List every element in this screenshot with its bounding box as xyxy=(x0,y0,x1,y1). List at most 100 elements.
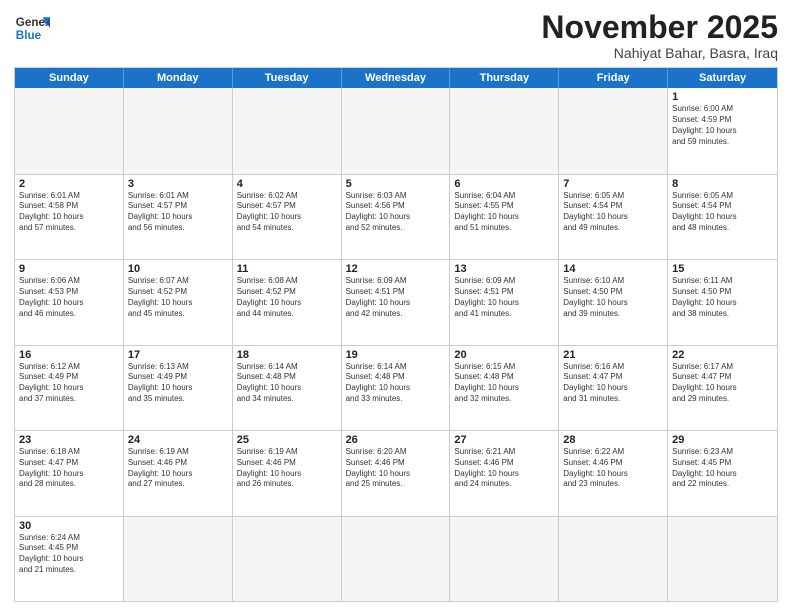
day-number: 23 xyxy=(19,434,119,446)
day-info: Sunrise: 6:22 AM Sunset: 4:46 PM Dayligh… xyxy=(563,447,663,490)
day-number: 1 xyxy=(672,91,773,103)
month-title: November 2025 xyxy=(541,10,778,45)
calendar-week-4: 16Sunrise: 6:12 AM Sunset: 4:49 PM Dayli… xyxy=(15,345,777,430)
day-info: Sunrise: 6:05 AM Sunset: 4:54 PM Dayligh… xyxy=(672,191,773,234)
calendar-body: 1Sunrise: 6:00 AM Sunset: 4:59 PM Daylig… xyxy=(15,88,777,601)
calendar-cell xyxy=(233,88,342,173)
day-info: Sunrise: 6:24 AM Sunset: 4:45 PM Dayligh… xyxy=(19,533,119,576)
calendar-cell: 25Sunrise: 6:19 AM Sunset: 4:46 PM Dayli… xyxy=(233,431,342,515)
day-number: 14 xyxy=(563,263,663,275)
day-number: 12 xyxy=(346,263,446,275)
header: General Blue November 2025 Nahiyat Bahar… xyxy=(14,10,778,61)
weekday-header-friday: Friday xyxy=(559,68,668,88)
calendar-cell: 20Sunrise: 6:15 AM Sunset: 4:48 PM Dayli… xyxy=(450,346,559,430)
calendar-cell: 3Sunrise: 6:01 AM Sunset: 4:57 PM Daylig… xyxy=(124,175,233,259)
calendar-week-1: 1Sunrise: 6:00 AM Sunset: 4:59 PM Daylig… xyxy=(15,88,777,173)
calendar-cell: 2Sunrise: 6:01 AM Sunset: 4:58 PM Daylig… xyxy=(15,175,124,259)
day-info: Sunrise: 6:09 AM Sunset: 4:51 PM Dayligh… xyxy=(454,276,554,319)
calendar-cell: 26Sunrise: 6:20 AM Sunset: 4:46 PM Dayli… xyxy=(342,431,451,515)
weekday-header-tuesday: Tuesday xyxy=(233,68,342,88)
day-number: 2 xyxy=(19,178,119,190)
calendar-cell: 29Sunrise: 6:23 AM Sunset: 4:45 PM Dayli… xyxy=(668,431,777,515)
day-number: 13 xyxy=(454,263,554,275)
day-info: Sunrise: 6:01 AM Sunset: 4:57 PM Dayligh… xyxy=(128,191,228,234)
day-info: Sunrise: 6:15 AM Sunset: 4:48 PM Dayligh… xyxy=(454,362,554,405)
day-info: Sunrise: 6:23 AM Sunset: 4:45 PM Dayligh… xyxy=(672,447,773,490)
day-info: Sunrise: 6:19 AM Sunset: 4:46 PM Dayligh… xyxy=(128,447,228,490)
day-number: 3 xyxy=(128,178,228,190)
calendar-cell: 7Sunrise: 6:05 AM Sunset: 4:54 PM Daylig… xyxy=(559,175,668,259)
day-number: 19 xyxy=(346,349,446,361)
day-info: Sunrise: 6:10 AM Sunset: 4:50 PM Dayligh… xyxy=(563,276,663,319)
calendar-cell: 6Sunrise: 6:04 AM Sunset: 4:55 PM Daylig… xyxy=(450,175,559,259)
weekday-header-sunday: Sunday xyxy=(15,68,124,88)
day-number: 8 xyxy=(672,178,773,190)
day-info: Sunrise: 6:03 AM Sunset: 4:56 PM Dayligh… xyxy=(346,191,446,234)
day-info: Sunrise: 6:13 AM Sunset: 4:49 PM Dayligh… xyxy=(128,362,228,405)
calendar-cell: 12Sunrise: 6:09 AM Sunset: 4:51 PM Dayli… xyxy=(342,260,451,344)
day-number: 21 xyxy=(563,349,663,361)
day-info: Sunrise: 6:16 AM Sunset: 4:47 PM Dayligh… xyxy=(563,362,663,405)
day-info: Sunrise: 6:14 AM Sunset: 4:48 PM Dayligh… xyxy=(237,362,337,405)
calendar-cell: 24Sunrise: 6:19 AM Sunset: 4:46 PM Dayli… xyxy=(124,431,233,515)
day-number: 7 xyxy=(563,178,663,190)
calendar-cell xyxy=(124,517,233,601)
calendar-cell: 13Sunrise: 6:09 AM Sunset: 4:51 PM Dayli… xyxy=(450,260,559,344)
calendar-cell: 21Sunrise: 6:16 AM Sunset: 4:47 PM Dayli… xyxy=(559,346,668,430)
day-info: Sunrise: 6:01 AM Sunset: 4:58 PM Dayligh… xyxy=(19,191,119,234)
title-block: November 2025 Nahiyat Bahar, Basra, Iraq xyxy=(541,10,778,61)
calendar-cell: 5Sunrise: 6:03 AM Sunset: 4:56 PM Daylig… xyxy=(342,175,451,259)
weekday-header-thursday: Thursday xyxy=(450,68,559,88)
calendar-cell: 28Sunrise: 6:22 AM Sunset: 4:46 PM Dayli… xyxy=(559,431,668,515)
day-number: 17 xyxy=(128,349,228,361)
day-info: Sunrise: 6:12 AM Sunset: 4:49 PM Dayligh… xyxy=(19,362,119,405)
calendar-cell: 30Sunrise: 6:24 AM Sunset: 4:45 PM Dayli… xyxy=(15,517,124,601)
day-number: 28 xyxy=(563,434,663,446)
day-number: 20 xyxy=(454,349,554,361)
svg-text:Blue: Blue xyxy=(16,29,42,42)
day-number: 18 xyxy=(237,349,337,361)
logo: General Blue xyxy=(14,10,50,46)
calendar-cell: 9Sunrise: 6:06 AM Sunset: 4:53 PM Daylig… xyxy=(15,260,124,344)
day-info: Sunrise: 6:21 AM Sunset: 4:46 PM Dayligh… xyxy=(454,447,554,490)
calendar-cell: 15Sunrise: 6:11 AM Sunset: 4:50 PM Dayli… xyxy=(668,260,777,344)
calendar-cell xyxy=(233,517,342,601)
day-info: Sunrise: 6:07 AM Sunset: 4:52 PM Dayligh… xyxy=(128,276,228,319)
day-info: Sunrise: 6:19 AM Sunset: 4:46 PM Dayligh… xyxy=(237,447,337,490)
day-number: 5 xyxy=(346,178,446,190)
calendar-cell: 23Sunrise: 6:18 AM Sunset: 4:47 PM Dayli… xyxy=(15,431,124,515)
calendar-cell: 18Sunrise: 6:14 AM Sunset: 4:48 PM Dayli… xyxy=(233,346,342,430)
calendar-cell xyxy=(559,88,668,173)
calendar-cell: 8Sunrise: 6:05 AM Sunset: 4:54 PM Daylig… xyxy=(668,175,777,259)
calendar-cell: 17Sunrise: 6:13 AM Sunset: 4:49 PM Dayli… xyxy=(124,346,233,430)
calendar-cell xyxy=(342,517,451,601)
calendar-cell: 14Sunrise: 6:10 AM Sunset: 4:50 PM Dayli… xyxy=(559,260,668,344)
day-info: Sunrise: 6:09 AM Sunset: 4:51 PM Dayligh… xyxy=(346,276,446,319)
calendar-cell xyxy=(15,88,124,173)
day-info: Sunrise: 6:11 AM Sunset: 4:50 PM Dayligh… xyxy=(672,276,773,319)
calendar-cell: 27Sunrise: 6:21 AM Sunset: 4:46 PM Dayli… xyxy=(450,431,559,515)
day-info: Sunrise: 6:20 AM Sunset: 4:46 PM Dayligh… xyxy=(346,447,446,490)
day-info: Sunrise: 6:17 AM Sunset: 4:47 PM Dayligh… xyxy=(672,362,773,405)
calendar-cell xyxy=(450,517,559,601)
location-title: Nahiyat Bahar, Basra, Iraq xyxy=(541,45,778,61)
day-number: 24 xyxy=(128,434,228,446)
day-info: Sunrise: 6:18 AM Sunset: 4:47 PM Dayligh… xyxy=(19,447,119,490)
calendar-week-3: 9Sunrise: 6:06 AM Sunset: 4:53 PM Daylig… xyxy=(15,259,777,344)
day-info: Sunrise: 6:06 AM Sunset: 4:53 PM Dayligh… xyxy=(19,276,119,319)
calendar-week-6: 30Sunrise: 6:24 AM Sunset: 4:45 PM Dayli… xyxy=(15,516,777,601)
weekday-header-monday: Monday xyxy=(124,68,233,88)
day-info: Sunrise: 6:00 AM Sunset: 4:59 PM Dayligh… xyxy=(672,104,773,147)
day-number: 26 xyxy=(346,434,446,446)
calendar-cell xyxy=(668,517,777,601)
day-info: Sunrise: 6:04 AM Sunset: 4:55 PM Dayligh… xyxy=(454,191,554,234)
day-number: 30 xyxy=(19,520,119,532)
calendar-cell xyxy=(342,88,451,173)
calendar-week-2: 2Sunrise: 6:01 AM Sunset: 4:58 PM Daylig… xyxy=(15,174,777,259)
day-info: Sunrise: 6:08 AM Sunset: 4:52 PM Dayligh… xyxy=(237,276,337,319)
day-number: 29 xyxy=(672,434,773,446)
page: General Blue November 2025 Nahiyat Bahar… xyxy=(0,0,792,612)
calendar-cell: 11Sunrise: 6:08 AM Sunset: 4:52 PM Dayli… xyxy=(233,260,342,344)
calendar-cell: 10Sunrise: 6:07 AM Sunset: 4:52 PM Dayli… xyxy=(124,260,233,344)
calendar-cell xyxy=(559,517,668,601)
